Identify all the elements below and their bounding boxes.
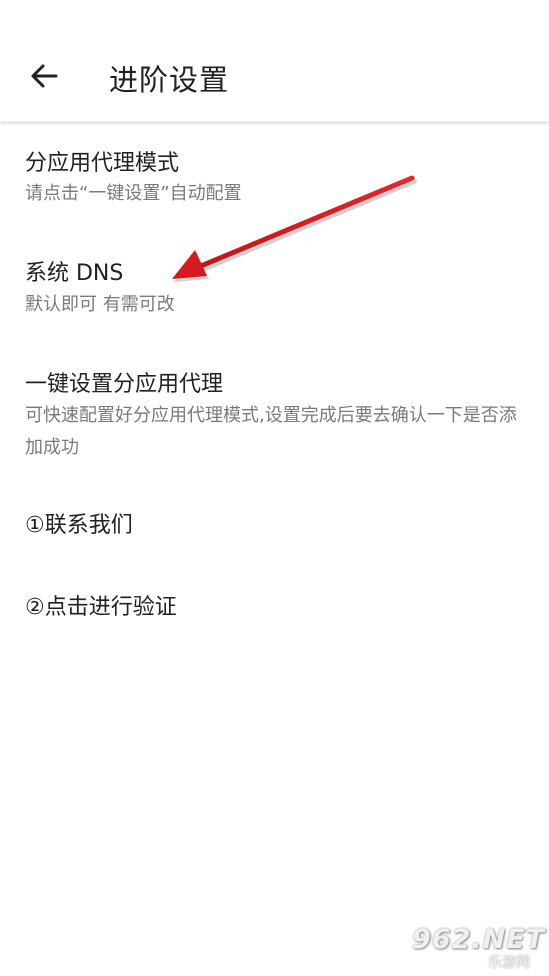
watermark-main: 962.NET bbox=[412, 924, 546, 955]
watermark-logo: 962.NET 乐游网 bbox=[412, 922, 547, 974]
setting-item-one-click-proxy[interactable]: 一键设置分应用代理 可快速配置好分应用代理模式,设置完成后要去确认一下是否添加成… bbox=[0, 362, 549, 472]
setting-title: 一键设置分应用代理 bbox=[25, 372, 224, 397]
arrow-left-icon bbox=[29, 61, 59, 95]
setting-item-app-proxy-mode[interactable]: 分应用代理模式 请点击“一键设置”自动配置 bbox=[0, 140, 549, 230]
back-button[interactable] bbox=[24, 58, 64, 98]
setting-title: 分应用代理模式 bbox=[25, 151, 180, 176]
app-bar: 进阶设置 bbox=[0, 0, 549, 122]
setting-item-contact-us[interactable]: ①联系我们 bbox=[0, 500, 549, 560]
setting-subtitle: 可快速配置好分应用代理模式,设置完成后要去确认一下是否添加成功 bbox=[25, 405, 517, 458]
setting-subtitle: 请点击“一键设置”自动配置 bbox=[25, 183, 242, 204]
setting-title: 系统 DNS bbox=[25, 261, 124, 286]
watermark-sub: 乐游网 bbox=[488, 955, 530, 971]
page-title: 进阶设置 bbox=[109, 63, 230, 97]
setting-item-system-dns[interactable]: 系统 DNS 默认即可 有需可改 bbox=[0, 250, 549, 340]
advanced-settings-screen: 进阶设置 分应用代理模式 请点击“一键设置”自动配置 系统 DNS 默认即可 有… bbox=[0, 0, 549, 976]
setting-title: ②点击进行验证 bbox=[25, 595, 177, 620]
setting-title: ①联系我们 bbox=[25, 513, 133, 538]
setting-subtitle: 默认即可 有需可改 bbox=[25, 294, 175, 315]
setting-item-verify[interactable]: ②点击进行验证 bbox=[0, 582, 549, 642]
